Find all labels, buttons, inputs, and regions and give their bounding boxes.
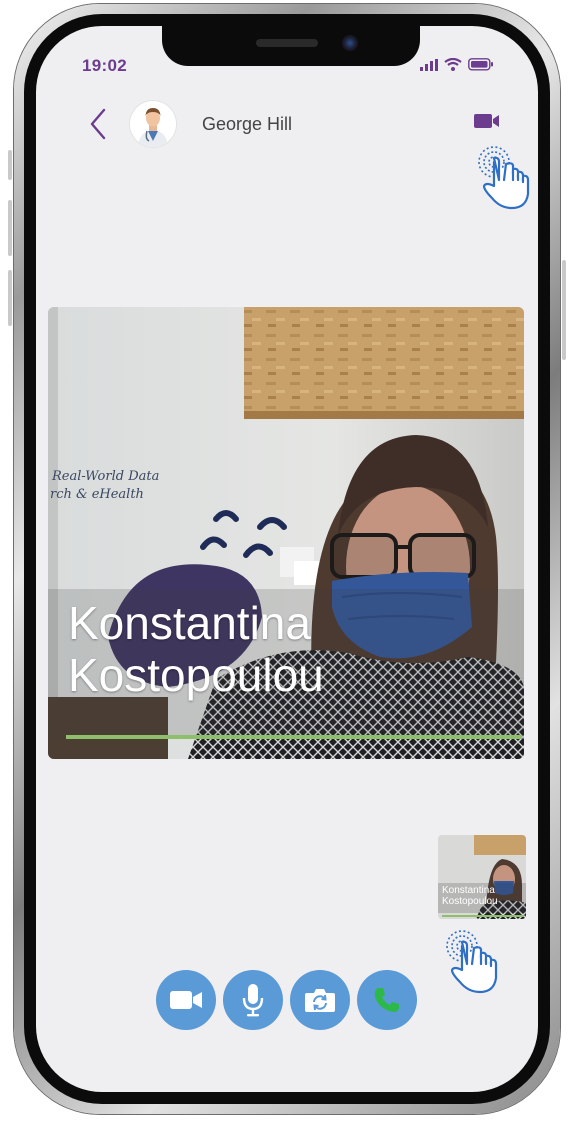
phone-bezel: 19:02 George Hill Real-World Data rch & … xyxy=(24,14,550,1104)
speaker-grille xyxy=(256,39,318,47)
remote-participant-name: Konstantina Kostopoulou xyxy=(68,597,488,701)
battery-icon xyxy=(468,58,493,71)
wall-text-1: Real-World Data xyxy=(51,469,159,484)
switch-camera-button[interactable] xyxy=(290,970,350,1030)
self-name-line-1: Konstantina xyxy=(442,885,495,896)
call-controls xyxy=(156,970,417,1030)
volume-up-button xyxy=(8,200,12,256)
remote-video[interactable]: Real-World Data rch & eHealth Konstantin… xyxy=(48,307,524,759)
screen: 19:02 George Hill Real-World Data rch & … xyxy=(36,26,538,1092)
video-call-button[interactable] xyxy=(472,110,502,132)
contact-name: George Hill xyxy=(202,114,293,134)
wall-text-2: rch & eHealth xyxy=(50,487,144,502)
power-button xyxy=(562,260,566,360)
tap-hint-hand-icon xyxy=(472,138,538,225)
video-camera-icon xyxy=(474,114,499,128)
phone-call-button[interactable] xyxy=(357,970,417,1030)
self-view-name: Konstantina Kostopoulou xyxy=(442,885,526,907)
video-camera-icon xyxy=(170,991,202,1009)
back-button[interactable] xyxy=(84,106,114,142)
phone-icon xyxy=(374,988,399,1012)
switch-camera-icon xyxy=(305,989,335,1012)
self-view-thumbnail[interactable]: Konstantina Kostopoulou xyxy=(438,835,526,919)
remote-name-line-2: Kostopoulou xyxy=(68,649,324,701)
front-camera xyxy=(342,35,358,51)
video-progress-fill xyxy=(66,735,522,739)
signal-icon xyxy=(420,58,438,71)
video-progress-track xyxy=(66,735,522,739)
status-time: 19:02 xyxy=(82,56,127,75)
camera-toggle-button[interactable] xyxy=(156,970,216,1030)
status-icons xyxy=(420,58,494,71)
silent-switch xyxy=(8,150,12,180)
self-name-line-2: Kostopoulou xyxy=(442,896,498,907)
microphone-toggle-button[interactable] xyxy=(223,970,283,1030)
microphone-icon xyxy=(242,984,264,1017)
doctor-avatar-icon xyxy=(130,101,176,147)
contact-avatar xyxy=(130,101,176,147)
volume-down-button xyxy=(8,270,12,326)
remote-name-line-1: Konstantina xyxy=(68,597,311,649)
notch xyxy=(162,26,420,66)
chevron-left-icon xyxy=(90,108,106,140)
phone-frame: 19:02 George Hill Real-World Data rch & … xyxy=(14,4,560,1114)
tap-hint-hand-icon xyxy=(440,922,508,1009)
wifi-icon xyxy=(444,58,462,71)
